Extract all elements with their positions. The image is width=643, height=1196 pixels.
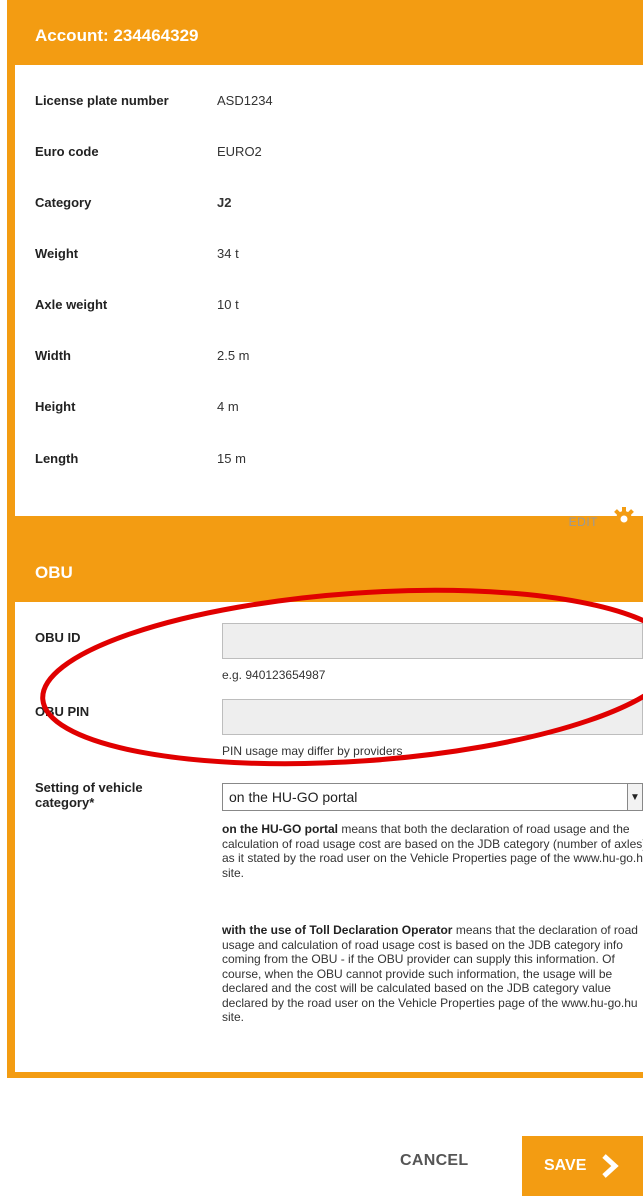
euro-code-label: Euro code [35,144,99,159]
category-value: J2 [217,195,232,210]
length-label: Length [35,451,79,466]
obu-pin-input[interactable] [222,699,643,735]
license-plate-value: ASD1234 [217,93,273,108]
save-button[interactable]: SAVE [522,1136,643,1196]
height-label: Height [35,399,76,414]
obu-id-label: OBU ID [35,630,81,645]
weight-label: Weight [35,246,79,261]
length-value: 15 m [217,451,246,466]
description-toll-operator-bold: with the use of Toll Declaration Operato… [222,923,453,937]
save-button-label: SAVE [544,1157,587,1174]
account-header: Account: 234464329 [7,7,643,65]
description-toll-operator-text: means that the declaration of road usage… [222,923,638,1024]
obu-title: OBU [35,563,73,582]
axle-weight-label: Axle weight [35,297,108,312]
gear-icon[interactable] [612,507,636,531]
vehicle-category-selected: on the HU-GO portal [229,789,358,805]
account-title: Account: 234464329 [35,26,199,45]
height-value: 4 m [217,399,239,414]
license-plate-label: License plate number [35,93,169,108]
obu-id-input[interactable] [222,623,643,659]
axle-weight-value: 10 t [217,297,239,312]
width-label: Width [35,348,71,363]
description-hugo-portal: on the HU-GO portal means that both the … [222,822,643,880]
account-details: License plate number ASD1234 Euro code E… [15,65,643,516]
description-hugo-portal-bold: on the HU-GO portal [222,822,338,836]
dropdown-arrow-icon[interactable]: ▼ [627,784,642,810]
cancel-button[interactable]: CANCEL [400,1152,468,1170]
obu-id-hint: e.g. 940123654987 [222,668,326,682]
vehicle-category-label: Setting of vehicle category* [35,780,143,810]
obu-pin-hint: PIN usage may differ by providers [222,744,403,758]
obu-header: OBU [7,544,643,602]
description-toll-operator: with the use of Toll Declaration Operato… [222,923,643,1025]
width-value: 2.5 m [217,348,250,363]
chevron-right-icon [602,1154,620,1178]
obu-pin-label: OBU PIN [35,704,90,719]
vehicle-category-select[interactable]: on the HU-GO portal ▼ [222,783,643,811]
weight-value: 34 t [217,246,239,261]
edit-link[interactable]: EDIT [569,515,598,529]
euro-code-value: EURO2 [217,144,262,159]
category-label: Category [35,195,92,210]
